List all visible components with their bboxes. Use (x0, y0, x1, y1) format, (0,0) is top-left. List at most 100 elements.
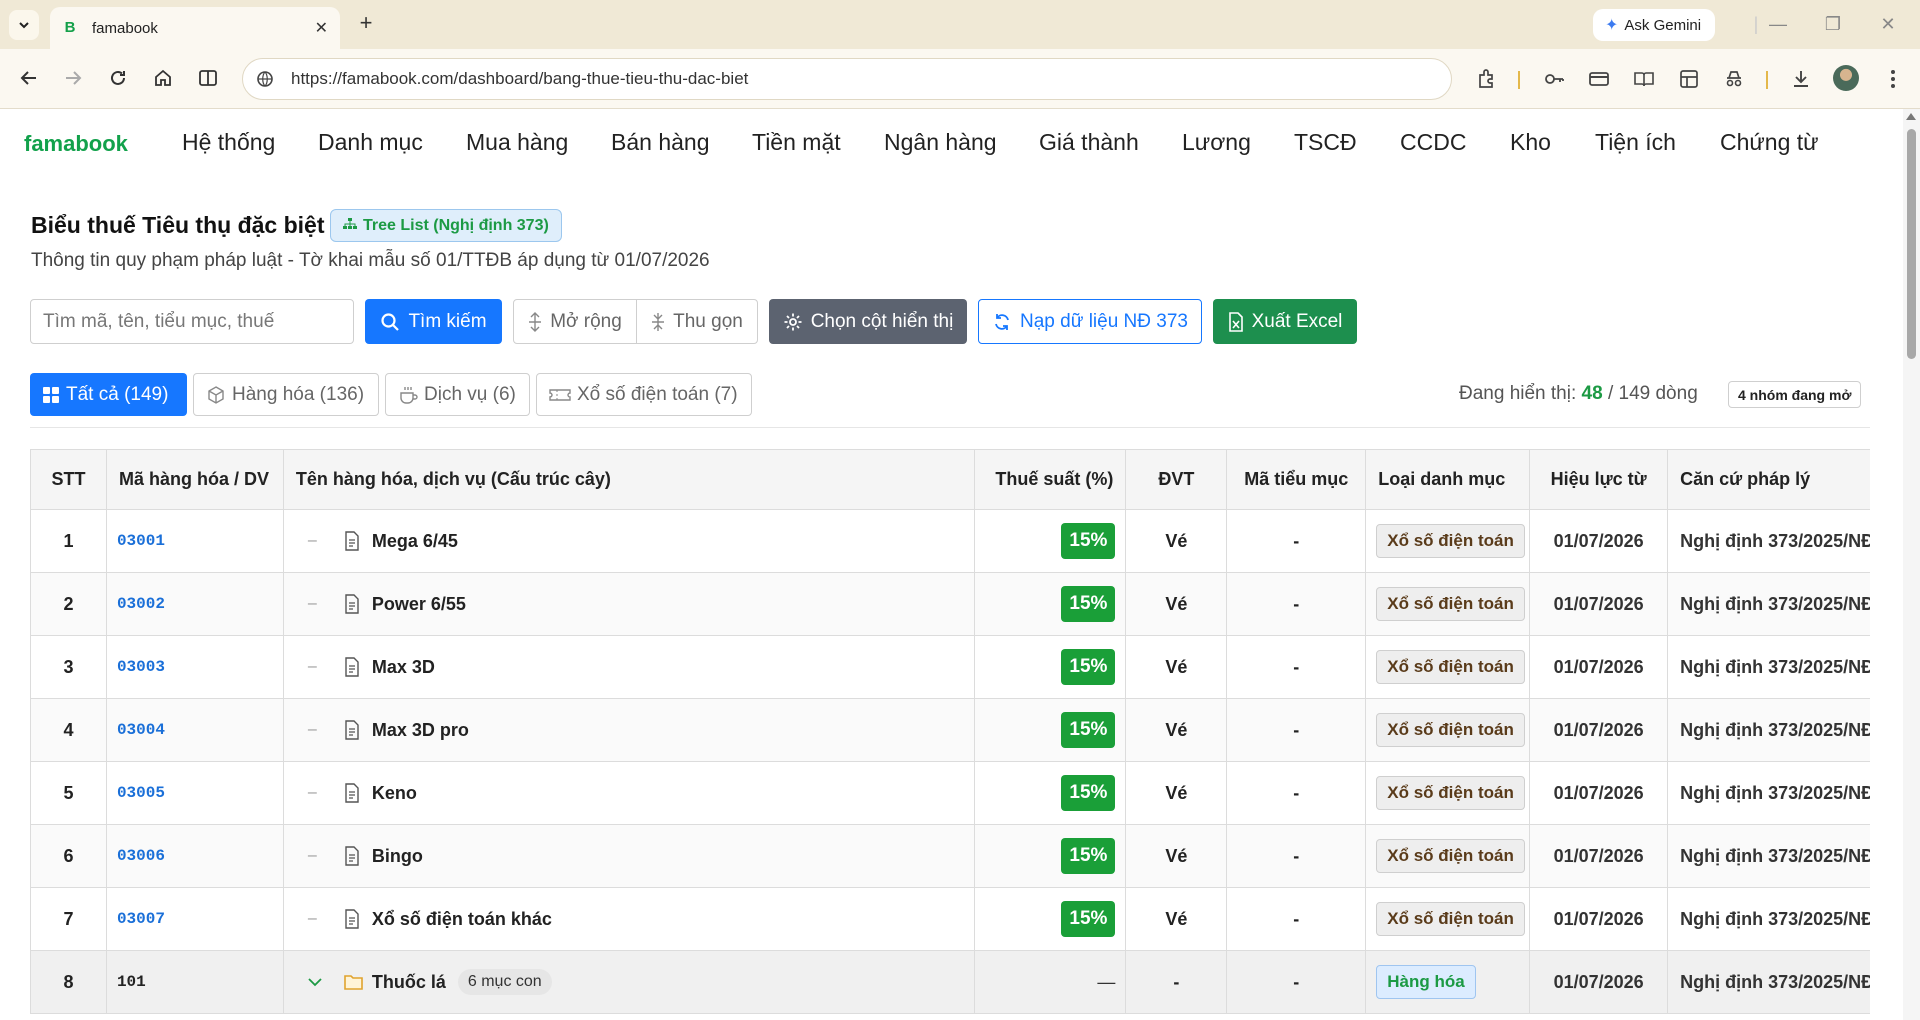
minimize-icon[interactable]: — (1758, 10, 1798, 38)
table-row[interactable]: 6 03006 – Bingo 15% Vé - Xổ số điện toán… (31, 825, 1870, 888)
search-input[interactable] (30, 299, 354, 344)
close-tab-icon[interactable]: ✕ (315, 18, 328, 38)
password-key-icon[interactable] (1540, 65, 1568, 93)
home-icon[interactable] (148, 63, 178, 93)
table-row[interactable]: 4 03004 – Max 3D pro 15% Vé - Xổ số điện… (31, 699, 1870, 762)
row-code[interactable]: 03004 (117, 721, 165, 739)
brand-logo[interactable]: famabook (24, 131, 128, 157)
table-header-row: STT Mã hàng hóa / DV Tên hàng hóa, dịch … (31, 450, 1870, 510)
category-badge: Xổ số điện toán (1376, 902, 1525, 936)
menu-ccdc[interactable]: CCDC (1400, 129, 1466, 156)
tab-search-button[interactable] (9, 10, 39, 40)
row-code[interactable]: 03006 (117, 847, 165, 865)
table-row-group[interactable]: 8 101 Thuốc lá 6 mục con — - - Hàng hóa … (31, 951, 1870, 1014)
header-can-cu[interactable]: Căn cứ pháp lý (1668, 450, 1870, 510)
profile-avatar[interactable] (1833, 65, 1859, 91)
filter-tab-services[interactable]: Dịch vụ (6) (385, 373, 530, 416)
row-code[interactable]: 03003 (117, 658, 165, 676)
filter-tab-goods[interactable]: Hàng hóa (136) (193, 373, 379, 416)
menu-tscd[interactable]: TSCĐ (1294, 129, 1357, 156)
table-row[interactable]: 3 03003 – Max 3D 15% Vé - Xổ số điện toá… (31, 636, 1870, 699)
browser-tab-active[interactable]: B famabook ✕ (50, 7, 340, 49)
menu-danh-muc[interactable]: Danh mục (318, 129, 423, 156)
address-bar[interactable]: https://famabook.com/dashboard/bang-thue… (242, 58, 1452, 100)
row-code[interactable]: 03002 (117, 595, 165, 613)
tax-rate-table: STT Mã hàng hóa / DV Tên hàng hóa, dịch … (30, 449, 1870, 1014)
category-badge: Xổ số điện toán (1376, 839, 1525, 873)
row-stt: 4 (31, 699, 107, 762)
menu-ngan-hang[interactable]: Ngân hàng (884, 129, 997, 156)
choose-columns-button[interactable]: Chọn cột hiển thị (769, 299, 967, 344)
folder-open-icon (344, 973, 364, 991)
menu-mua-hang[interactable]: Mua hàng (466, 129, 568, 156)
back-icon[interactable] (14, 63, 44, 93)
site-info-icon[interactable] (255, 69, 275, 89)
table-row[interactable]: 1 03001 – Mega 6/45 15% Vé - Xổ số điện … (31, 510, 1870, 573)
forward-icon[interactable] (58, 63, 88, 93)
table-row[interactable]: 5 03005 – Keno 15% Vé - Xổ số điện toán … (31, 762, 1870, 825)
more-menu-icon[interactable] (1879, 65, 1907, 93)
row-stt: 3 (31, 636, 107, 699)
filter-tab-all[interactable]: Tất cả (149) (30, 373, 187, 416)
tax-rate-badge: 15% (1061, 649, 1116, 685)
menu-chung-tu[interactable]: Chứng từ (1720, 129, 1819, 156)
row-name: Keno (371, 782, 417, 803)
load-data-button[interactable]: Nạp dữ liệu NĐ 373 (978, 299, 1202, 344)
reading-mode-icon[interactable] (1630, 65, 1658, 93)
row-code[interactable]: 03007 (117, 910, 165, 928)
tree-connector: – (307, 910, 317, 927)
menu-he-thong[interactable]: Hệ thống (182, 129, 275, 156)
menu-tien-ich[interactable]: Tiện ích (1595, 129, 1676, 156)
row-code[interactable]: 03001 (117, 532, 165, 550)
expand-all-button[interactable]: Mở rộng (513, 299, 637, 344)
header-dvt[interactable]: ĐVT (1126, 450, 1228, 510)
new-tab-button[interactable]: + (354, 12, 378, 36)
row-effective-date: 01/07/2026 (1553, 971, 1644, 992)
close-window-icon[interactable]: ✕ (1868, 10, 1908, 38)
filter-tab-lottery[interactable]: Xổ số điện toán (7) (536, 373, 752, 416)
download-icon[interactable] (1787, 65, 1815, 93)
header-loai-danh-muc[interactable]: Loại danh mục (1366, 450, 1531, 510)
row-code[interactable]: 03005 (117, 784, 165, 802)
maximize-icon[interactable]: ❐ (1813, 10, 1853, 38)
menu-tien-mat[interactable]: Tiền mặt (752, 129, 841, 156)
header-ma-tieu-muc[interactable]: Mã tiểu mục (1227, 450, 1367, 510)
header-ma[interactable]: Mã hàng hóa / DV (106, 450, 284, 510)
reload-icon[interactable] (103, 63, 133, 93)
page-scrollbar[interactable] (1903, 109, 1920, 1020)
menu-luong[interactable]: Lương (1182, 129, 1251, 156)
menu-ban-hang[interactable]: Bán hàng (611, 129, 709, 156)
split-view-icon[interactable] (193, 63, 223, 93)
row-ma-tieu-muc: - (1293, 530, 1300, 551)
choose-columns-label: Chọn cột hiển thị (810, 310, 954, 332)
menu-gia-thanh[interactable]: Giá thành (1039, 129, 1139, 156)
scroll-up-arrow-icon[interactable] (1906, 113, 1916, 120)
category-badge: Xổ số điện toán (1376, 587, 1525, 621)
row-name: Xổ số điện toán khác (371, 908, 552, 929)
document-icon (344, 531, 362, 551)
table-row[interactable]: 2 03002 – Power 6/55 15% Vé - Xổ số điện… (31, 573, 1870, 636)
header-thue-suat[interactable]: Thuế suất (%) (975, 450, 1127, 510)
row-legal-basis: Nghị định 373/2025/NĐ-CP (1680, 593, 1870, 614)
search-button[interactable]: Tìm kiếm (365, 299, 502, 344)
menu-kho[interactable]: Kho (1510, 129, 1551, 156)
table-row[interactable]: 7 03007 – Xổ số điện toán khác 15% Vé - … (31, 888, 1870, 951)
row-ma-tieu-muc: - (1293, 656, 1300, 677)
ask-gemini-button[interactable]: ✦ Ask Gemini (1593, 9, 1716, 41)
table-icon[interactable] (1675, 65, 1703, 93)
row-dvt: Vé (1165, 908, 1188, 929)
favicon-icon: B (64, 19, 76, 36)
payment-card-icon[interactable] (1585, 65, 1613, 93)
header-hieu-luc[interactable]: Hiệu lực từ (1530, 450, 1669, 510)
export-excel-button[interactable]: Xuất Excel (1213, 299, 1357, 344)
extensions-icon[interactable] (1473, 65, 1501, 93)
incognito-icon[interactable] (1720, 65, 1748, 93)
collapse-all-button[interactable]: Thu gọn (636, 299, 758, 344)
row-dvt: Vé (1165, 656, 1188, 677)
header-stt[interactable]: STT (31, 450, 107, 510)
tree-connector: – (307, 532, 317, 549)
scroll-thumb[interactable] (1907, 129, 1916, 359)
load-data-label: Nạp dữ liệu NĐ 373 (1020, 310, 1188, 332)
header-ten[interactable]: Tên hàng hóa, dịch vụ (Cấu trúc cây) (283, 450, 976, 510)
chevron-down-icon[interactable] (308, 974, 328, 990)
